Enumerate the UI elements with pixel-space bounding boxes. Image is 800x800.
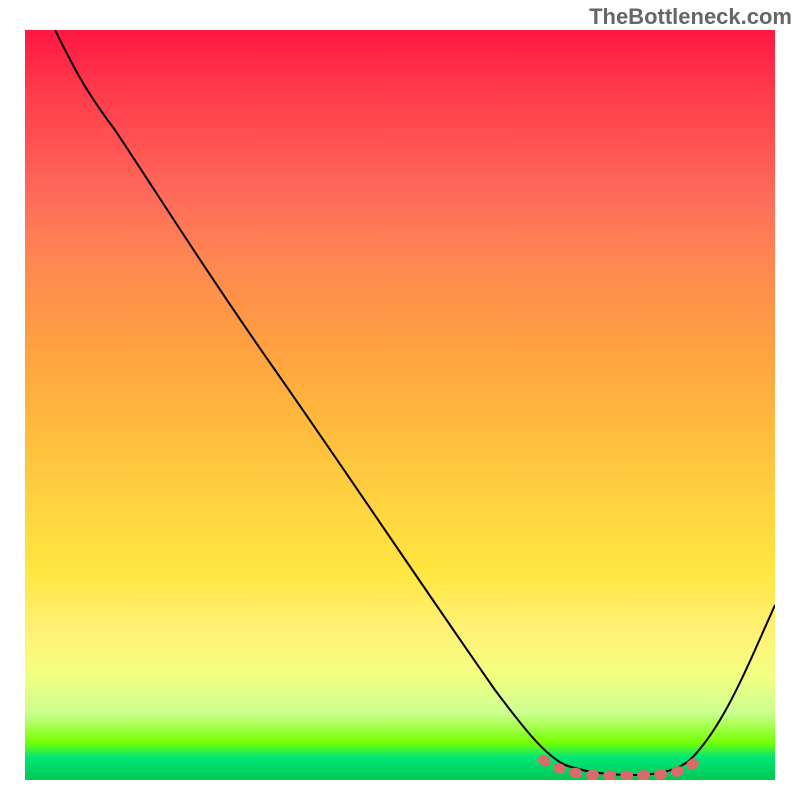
main-curve — [55, 30, 775, 775]
watermark-label: TheBottleneck.com — [589, 4, 792, 30]
curve-svg — [25, 30, 775, 780]
chart-container: TheBottleneck.com — [0, 0, 800, 800]
plot-area — [25, 30, 775, 780]
highlight-segment — [543, 760, 697, 776]
